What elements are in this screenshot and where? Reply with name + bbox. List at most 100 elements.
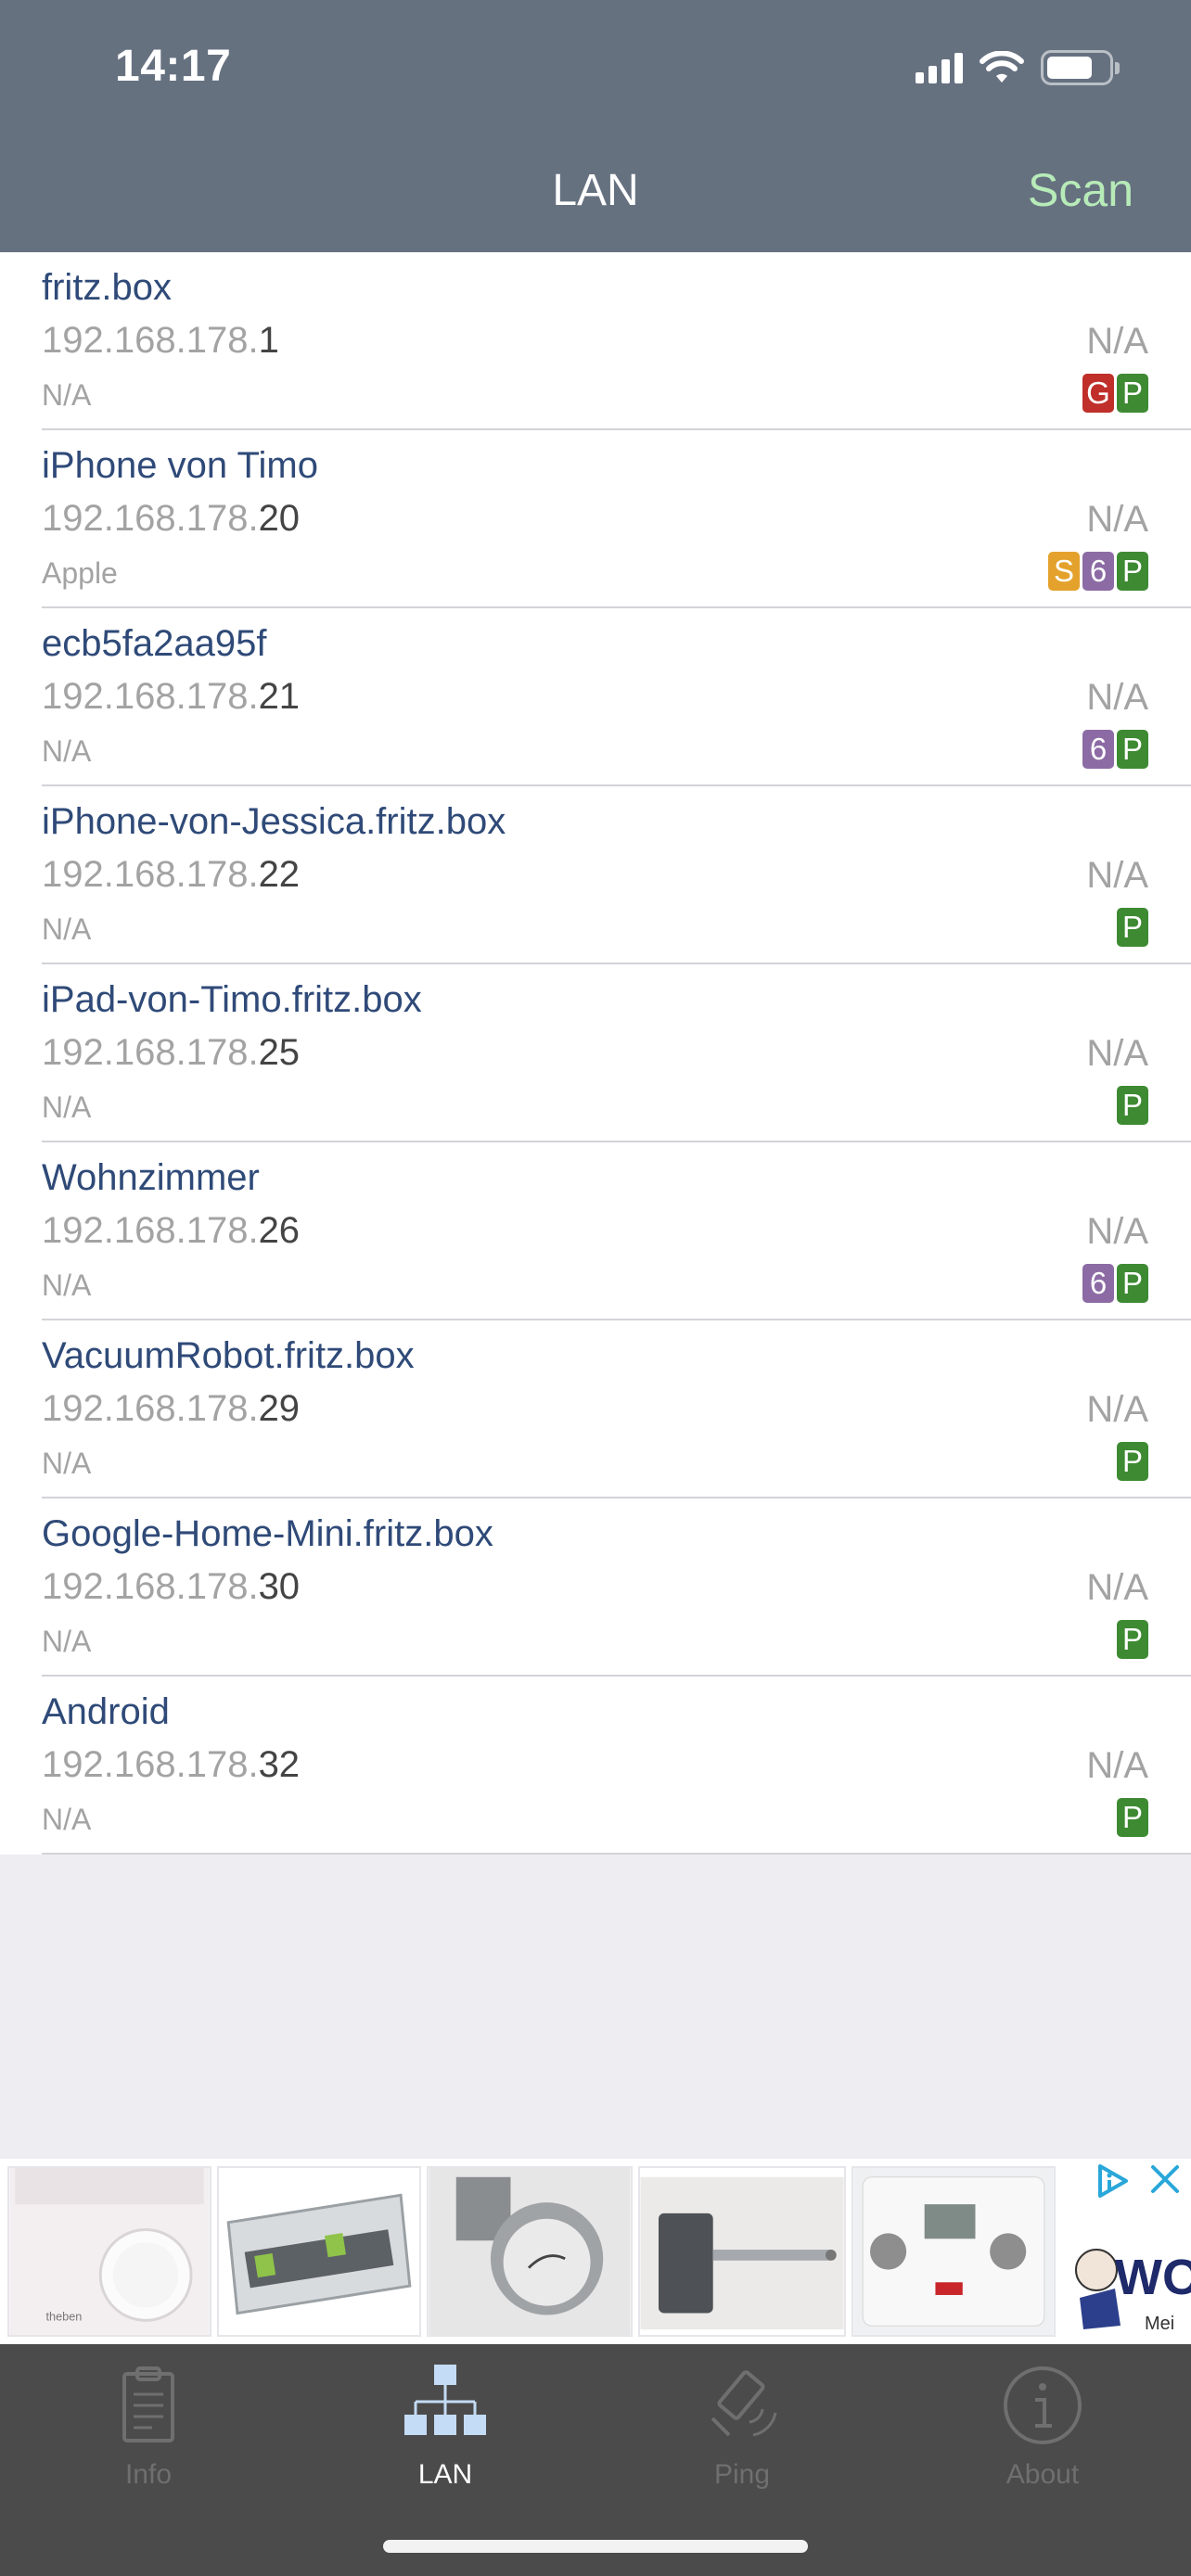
device-row[interactable]: Android 192.168.178.32 N/A N/A P [0, 1677, 1191, 1855]
device-name: Wohnzimmer [42, 1157, 260, 1198]
device-row[interactable]: Google-Home-Mini.fritz.box 192.168.178.30… [0, 1498, 1191, 1677]
service-badges: P [1117, 908, 1148, 947]
device-ip: 192.168.178.26 [42, 1210, 300, 1252]
clipboard-icon [122, 2366, 174, 2442]
device-vendor: N/A [42, 1803, 92, 1836]
tab-about-label: About [1005, 2459, 1080, 2490]
device-latency: N/A [1086, 499, 1148, 540]
service-badges: P [1117, 1798, 1148, 1837]
row-divider [42, 1853, 1191, 1855]
scan-button[interactable]: Scan [1028, 163, 1133, 217]
service-badges: P [1117, 1086, 1148, 1125]
service-badge: P [1117, 374, 1148, 413]
service-badge: S [1048, 552, 1080, 591]
service-badge: P [1117, 1264, 1148, 1303]
device-row[interactable]: Wohnzimmer 192.168.178.26 N/A N/A 6 P [0, 1142, 1191, 1320]
tab-ping[interactable]: Ping [649, 2361, 835, 2491]
device-ip-prefix: 192.168.178. [42, 1032, 259, 1073]
battery-icon [1041, 50, 1120, 85]
device-ip: 192.168.178.21 [42, 676, 300, 718]
device-name: iPad-von-Timo.fritz.box [42, 979, 422, 1020]
device-ip-last-octet: 21 [258, 676, 301, 717]
tab-info-label: Info [124, 2459, 173, 2490]
ad-image-controller[interactable] [852, 2166, 1056, 2337]
device-ip-prefix: 192.168.178. [42, 854, 259, 895]
ad-banner[interactable]: theben WO Mei [0, 2159, 1191, 2344]
device-vendor: N/A [42, 912, 92, 946]
device-latency: N/A [1086, 677, 1148, 718]
service-badges: S6P [1048, 552, 1148, 591]
device-ip-prefix: 192.168.178. [42, 1744, 259, 1785]
ad-image-sensor[interactable] [638, 2166, 846, 2337]
device-row[interactable]: VacuumRobot.fritz.box 192.168.178.29 N/A N/… [0, 1320, 1191, 1498]
tab-lan-label: LAN [417, 2459, 473, 2490]
device-row[interactable]: iPad-von-Timo.fritz.box 192.168.178.25 N/A… [0, 964, 1191, 1142]
status-icons [916, 46, 1120, 89]
ad-choices-icon[interactable] [1095, 2162, 1132, 2200]
device-ip-prefix: 192.168.178. [42, 1388, 259, 1429]
device-vendor: N/A [42, 1090, 92, 1124]
device-latency: N/A [1086, 855, 1148, 896]
device-ip: 192.168.178.22 [42, 854, 300, 896]
ad-logo-mascot[interactable]: WO Mei [1065, 2214, 1191, 2344]
device-ip: 192.168.178.29 [42, 1388, 300, 1430]
network-icon [404, 2365, 486, 2435]
device-row[interactable]: fritz.box 192.168.178.1 N/A N/A G P [0, 252, 1191, 430]
ad-logo-subtext: Mei [1145, 2314, 1174, 2334]
device-ip: 192.168.178.20 [42, 498, 300, 540]
tab-lan[interactable]: LAN [352, 2361, 538, 2491]
device-ip-last-octet: 30 [258, 1566, 301, 1607]
service-badge: 6 [1082, 730, 1114, 769]
device-latency: N/A [1086, 1211, 1148, 1252]
app-screen: 14:17 LAN Scan fritz.box 192.168.178.1 N/A… [0, 0, 1191, 2576]
device-ip-prefix: 192.168.178. [42, 676, 259, 717]
cellular-signal-icon [916, 52, 963, 83]
device-ip-prefix: 192.168.178. [42, 320, 259, 361]
wifi-icon [980, 51, 1024, 83]
ad-choices [1095, 2162, 1182, 2200]
close-icon[interactable] [1148, 2162, 1182, 2196]
device-ip-last-octet: 22 [258, 854, 301, 895]
device-name: VacuumRobot.fritz.box [42, 1335, 415, 1376]
info-circle-icon [1004, 2366, 1082, 2444]
service-badge: P [1117, 1086, 1148, 1125]
device-latency: N/A [1086, 1567, 1148, 1608]
device-list: fritz.box 192.168.178.1 N/A N/A G PiPhone von… [0, 252, 1191, 1855]
device-ip: 192.168.178.1 [42, 320, 279, 362]
device-ip: 192.168.178.30 [42, 1566, 300, 1608]
device-latency: N/A [1086, 321, 1148, 362]
satellite-icon [711, 2370, 777, 2437]
device-row[interactable]: iPhone von Timo 192.168.178.20 Apple N/A S 6 P [0, 430, 1191, 608]
device-ip-prefix: 192.168.178. [42, 1210, 259, 1251]
service-badge: P [1117, 552, 1148, 591]
service-badge: P [1117, 1798, 1148, 1837]
device-row[interactable]: ecb5fa2aa95f 192.168.178.21 N/A N/A 6 P [0, 608, 1191, 786]
device-ip-last-octet: 32 [258, 1744, 301, 1785]
device-ip-prefix: 192.168.178. [42, 498, 259, 539]
device-ip: 192.168.178.25 [42, 1032, 300, 1074]
device-latency: N/A [1086, 1745, 1148, 1786]
navigation-header: 14:17 LAN Scan [0, 0, 1191, 252]
service-badges: P [1117, 1620, 1148, 1659]
device-name: iPhone-von-Jessica.fritz.box [42, 801, 506, 842]
service-badge: 6 [1082, 552, 1114, 591]
home-indicator[interactable] [383, 2540, 808, 2553]
device-latency: N/A [1086, 1033, 1148, 1074]
device-name: ecb5fa2aa95f [42, 623, 267, 664]
ad-image-thermostat[interactable]: theben [7, 2166, 211, 2337]
device-ip-prefix: 192.168.178. [42, 1566, 259, 1607]
ad-image-manifold[interactable] [217, 2166, 421, 2337]
device-row[interactable]: iPhone-von-Jessica.fritz.box 192.168.178.… [0, 786, 1191, 964]
device-ip-last-octet: 25 [258, 1032, 301, 1073]
tab-ping-label: Ping [713, 2459, 771, 2490]
device-latency: N/A [1086, 1389, 1148, 1430]
device-name: fritz.box [42, 267, 173, 308]
ad-image-radiator-valve[interactable] [427, 2166, 633, 2337]
tab-about[interactable]: About [950, 2361, 1135, 2491]
device-vendor: N/A [42, 1625, 92, 1658]
device-name: Android [42, 1691, 170, 1732]
device-ip-last-octet: 26 [258, 1210, 301, 1251]
device-name: iPhone von Timo [42, 445, 318, 486]
tab-info[interactable]: Info [56, 2361, 241, 2491]
service-badges: P [1117, 1442, 1148, 1481]
